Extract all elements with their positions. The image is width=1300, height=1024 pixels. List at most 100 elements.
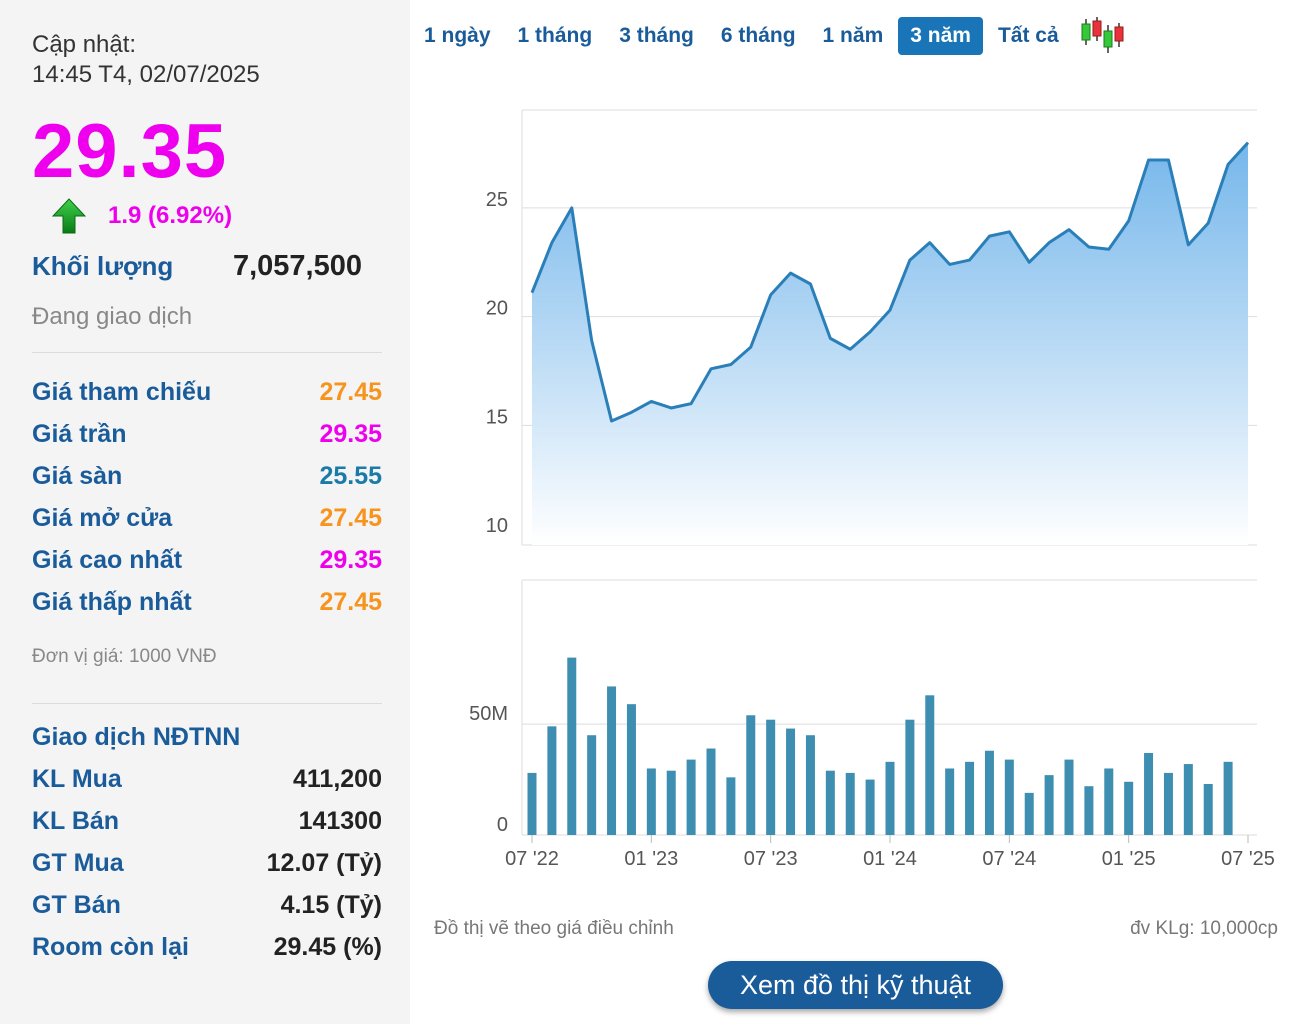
volume-bar [726, 777, 736, 835]
price-row-high: Giá cao nhất 29.35 [32, 539, 382, 581]
row-value: 4.15 (Tỷ) [280, 890, 382, 919]
price-volume-chart: 25 20 15 10 50M 0 07 '22 01 '23 07 '23 01 '24 07 '… [469, 109, 1275, 870]
volume-bar [1223, 761, 1233, 835]
update-label: Cập nhật: [32, 31, 137, 58]
price-row-low: Giá thấp nhất 27.45 [32, 581, 382, 623]
row-label: KL Bán [32, 806, 120, 835]
foreign-row-room: Room còn lại 29.45 (%) [32, 926, 382, 968]
foreign-row-buy-volume: KL Mua 411,200 [32, 758, 382, 800]
x-tick-label: 01 '25 [1102, 848, 1156, 870]
divider [32, 703, 382, 704]
period-tabs: 1 ngày 1 tháng 3 tháng 6 tháng 1 năm 3 n… [412, 16, 1124, 56]
volume-bar [587, 735, 597, 835]
x-tick-label: 07 '24 [982, 848, 1036, 870]
x-tick-label: 07 '23 [744, 848, 798, 870]
price-area [532, 142, 1248, 545]
row-label: Giá thấp nhất [32, 587, 192, 616]
row-label: KL Mua [32, 764, 122, 793]
volume-bar [1024, 792, 1034, 835]
foreign-trading-title: Giao dịch NĐTNN [32, 723, 241, 751]
price-unit-note: Đơn vị giá: 1000 VNĐ [32, 646, 217, 667]
volume-bar [646, 768, 656, 835]
row-label: Giá sàn [32, 461, 123, 490]
volume-bar [865, 779, 875, 835]
row-value: 27.45 [319, 503, 382, 532]
foreign-table: KL Mua 411,200 KL Bán 141300 GT Mua 12.0… [32, 758, 382, 968]
tab-1-month[interactable]: 1 tháng [506, 17, 605, 55]
row-label: Giá cao nhất [32, 545, 183, 574]
volume-bar [1064, 759, 1074, 835]
volume-bar [825, 770, 835, 835]
candlestick-icon[interactable] [1078, 17, 1124, 55]
volume-tick-label: 0 [497, 814, 508, 836]
volume-bar [786, 728, 796, 835]
price-tick-label: 20 [486, 298, 508, 320]
stock-widget: Cập nhật: 14:45 T4, 02/07/2025 29.35 1.9… [0, 0, 1300, 1024]
tab-3-months[interactable]: 3 tháng [607, 17, 706, 55]
volume-bar [1004, 759, 1014, 835]
volume-bar [567, 657, 577, 835]
price-row-reference: Giá tham chiếu 27.45 [32, 371, 382, 413]
volume-value: 7,057,500 [232, 249, 362, 282]
trading-status: Đang giao dịch [32, 303, 193, 330]
row-value: 411,200 [293, 764, 382, 793]
volume-bar [805, 735, 815, 835]
update-time: 14:45 T4, 02/07/2025 [32, 61, 260, 88]
price-change: 1.9 (6.92%) [108, 202, 233, 229]
row-value: 12.07 (Tỷ) [266, 848, 382, 877]
volume-bar [925, 695, 935, 835]
foreign-row-buy-value: GT Mua 12.07 (Tỷ) [32, 842, 382, 884]
volume-bar [527, 772, 537, 835]
row-label: Giá mở cửa [32, 503, 173, 532]
volume-unit-note: đv KLg: 10,000cp [1130, 918, 1278, 939]
x-tick-label: 07 '25 [1221, 848, 1275, 870]
volume-bar [1144, 752, 1154, 835]
adjusted-price-note: Đồ thị vẽ theo giá điều chỉnh [434, 918, 674, 939]
price-tick-label: 25 [486, 189, 508, 211]
row-label: GT Bán [32, 890, 121, 919]
row-value: 27.45 [319, 587, 382, 616]
x-tick-label: 01 '24 [863, 848, 917, 870]
volume-bar [1183, 764, 1193, 835]
volume-bar [1084, 786, 1094, 835]
price-tick-label: 10 [486, 515, 508, 537]
volume-bar [1044, 775, 1054, 835]
row-value: 25.55 [319, 461, 382, 490]
volume-bar [626, 704, 636, 835]
volume-bar [845, 772, 855, 835]
volume-bar [547, 726, 557, 835]
quote-panel: Cập nhật: 14:45 T4, 02/07/2025 29.35 1.9… [0, 0, 410, 1024]
up-arrow-icon [52, 198, 86, 234]
row-label: GT Mua [32, 848, 124, 877]
price-row-open: Giá mở cửa 27.45 [32, 497, 382, 539]
row-value: 29.35 [319, 545, 382, 574]
volume-bar [686, 759, 696, 835]
volume-bar [1163, 772, 1173, 835]
volume-bar [885, 761, 895, 835]
volume-bar [746, 715, 756, 835]
tab-1-year[interactable]: 1 năm [811, 17, 896, 55]
volume-bar [1203, 784, 1213, 835]
price-table: Giá tham chiếu 27.45 Giá trần 29.35 Giá … [32, 371, 382, 623]
technical-chart-button[interactable]: Xem đồ thị kỹ thuật [708, 961, 1003, 1009]
row-value: 141300 [298, 806, 382, 835]
tab-6-months[interactable]: 6 tháng [709, 17, 808, 55]
current-price: 29.35 [32, 109, 228, 194]
volume-tick-label: 50M [469, 703, 508, 725]
tab-3-years[interactable]: 3 năm [898, 17, 983, 55]
tab-all[interactable]: Tất cả [986, 17, 1071, 55]
row-value: 29.45 (%) [273, 932, 382, 961]
volume-bar [905, 719, 915, 835]
row-label: Giá tham chiếu [32, 377, 212, 406]
x-tick-label: 01 '23 [624, 848, 678, 870]
volume-bar [706, 748, 716, 835]
volume-bar [1104, 768, 1114, 835]
change-row: 1.9 (6.92%) [32, 196, 380, 236]
price-row-ceiling: Giá trần 29.35 [32, 413, 382, 455]
row-label: Giá trần [32, 419, 127, 448]
tab-1-day[interactable]: 1 ngày [412, 17, 503, 55]
volume-bar [965, 761, 975, 835]
foreign-row-sell-volume: KL Bán 141300 [32, 800, 382, 842]
volume-label: Khối lượng [32, 250, 174, 281]
price-row-floor: Giá sàn 25.55 [32, 455, 382, 497]
